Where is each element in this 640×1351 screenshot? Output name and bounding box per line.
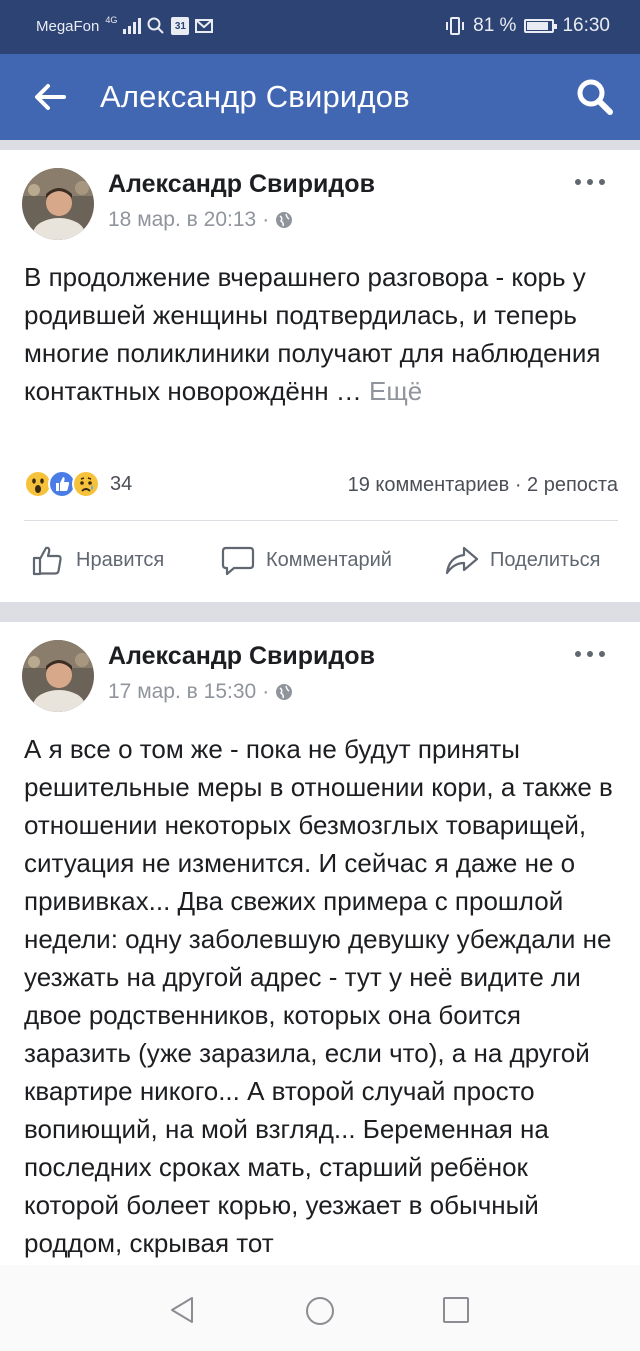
battery-icon: [524, 19, 558, 33]
app-header: Александр Свиридов: [0, 54, 640, 140]
globe-icon: [276, 684, 293, 700]
post-body: В продолжение вчерашнего разговора - кор…: [24, 262, 601, 406]
vibrate-icon: [446, 17, 465, 35]
back-arrow-icon[interactable]: [28, 74, 74, 120]
avatar[interactable]: [22, 168, 94, 240]
like-button[interactable]: Нравится: [30, 542, 164, 578]
post-card: Александр Свиридов 17 мар. в 15:30 · А я…: [0, 622, 640, 1277]
post-body: А я все о том же - пока не будут приняты…: [24, 734, 613, 1258]
reactions-summary[interactable]: 34: [24, 470, 132, 498]
see-more-link[interactable]: Ещё: [369, 376, 422, 406]
battery-percent: 81 %: [473, 15, 517, 36]
post-card: Александр Свиридов 18 мар. в 20:13 · В п…: [0, 150, 640, 602]
carrier-name: MegaFon: [36, 17, 100, 35]
post-stats: 34 19 комментариев · 2 репоста: [24, 470, 618, 500]
comment-button[interactable]: Комментарий: [220, 542, 392, 578]
calendar-icon: 31: [171, 17, 190, 35]
divider: [24, 520, 618, 521]
globe-icon: [276, 212, 293, 228]
reaction-count: 34: [110, 472, 133, 495]
sad-reaction-icon: [72, 470, 100, 498]
more-options-icon[interactable]: [572, 644, 608, 664]
post-author[interactable]: Александр Свиридов: [108, 642, 375, 671]
page-title: Александр Свиридов: [100, 79, 410, 114]
more-options-icon[interactable]: [572, 172, 608, 192]
share-button[interactable]: Поделиться: [444, 542, 600, 578]
signal-icon: [123, 18, 142, 34]
system-nav-bar: [0, 1265, 640, 1351]
nav-home-icon[interactable]: [304, 1295, 336, 1327]
network-type: 4G: [105, 15, 118, 25]
action-bar: Нравится Комментарий Поделиться: [0, 542, 640, 582]
post-date[interactable]: 18 мар. в 20:13: [108, 208, 256, 232]
calendar-day: 31: [174, 20, 186, 32]
avatar[interactable]: [22, 640, 94, 712]
nav-recents-icon[interactable]: [442, 1296, 470, 1324]
nav-back-icon[interactable]: [168, 1295, 198, 1325]
comment-bubble-icon: [221, 546, 255, 576]
search-icon: [147, 17, 165, 34]
post-author[interactable]: Александр Свиридов: [108, 170, 375, 199]
search-icon[interactable]: [572, 74, 618, 120]
share-arrow-icon: [445, 546, 479, 575]
post-text: А я все о том же - пока не будут приняты…: [24, 730, 624, 1262]
post-text: В продолжение вчерашнего разговора - кор…: [24, 258, 624, 410]
comment-label: Комментарий: [266, 548, 392, 571]
meta-separator: ·: [262, 208, 270, 231]
like-label: Нравится: [76, 548, 165, 571]
post-date[interactable]: 17 мар. в 15:30: [108, 680, 256, 704]
share-label: Поделиться: [490, 548, 601, 571]
meta-separator: ·: [262, 680, 270, 703]
mail-icon: [195, 19, 214, 33]
clock-time: 16:30: [562, 15, 610, 36]
thumbs-up-icon: [32, 546, 62, 576]
status-bar: MegaFon 4G 31 81 % 16:30: [0, 0, 640, 54]
comments-shares-count[interactable]: 19 комментариев · 2 репоста: [348, 474, 618, 497]
